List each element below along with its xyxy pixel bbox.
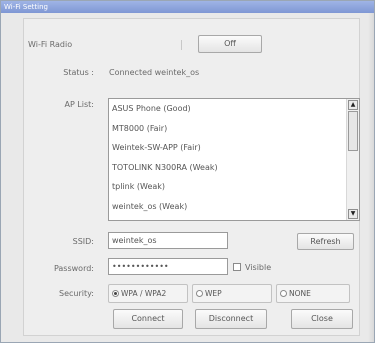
wifi-setting-window: Wi-Fi Setting Wi-Fi Radio Off Status : C…	[0, 0, 375, 343]
ap-list-item[interactable]: weintek_os (Weak)	[109, 197, 359, 217]
ap-list-item[interactable]: tplink (Weak)	[109, 177, 359, 197]
radio-wep-label: WEP	[205, 289, 222, 298]
radio-wpa[interactable]	[112, 290, 119, 297]
security-option-wep[interactable]: WEP	[192, 284, 272, 303]
ap-list-item[interactable]: ASUS Phone (Good)	[109, 99, 359, 119]
status-label: Status :	[63, 68, 94, 77]
scroll-down-icon[interactable]: ▼	[348, 209, 358, 219]
visible-checkbox[interactable]	[233, 263, 241, 271]
radio-none-label: NONE	[289, 289, 311, 298]
ap-list[interactable]: ASUS Phone (Good) MT8000 (Fair) Weintek-SW…	[108, 98, 360, 221]
window-edge	[368, 13, 374, 342]
password-label: Password:	[53, 264, 94, 273]
radio-none[interactable]	[280, 290, 287, 297]
password-field[interactable]: ••••••••••••	[108, 258, 228, 275]
security-option-none[interactable]: NONE	[276, 284, 350, 303]
ap-list-label: AP List:	[64, 100, 94, 109]
ap-list-item[interactable]: MT8000 (Fair)	[109, 119, 359, 139]
security-label: Security:	[59, 289, 94, 298]
wifi-radio-toggle-button[interactable]: Off	[198, 35, 262, 53]
scroll-up-icon[interactable]: ▲	[348, 100, 358, 110]
visible-label: Visible	[245, 263, 272, 272]
scroll-thumb[interactable]	[348, 111, 358, 151]
security-option-wpa[interactable]: WPA / WPA2	[108, 284, 188, 303]
wifi-radio-label: Wi-Fi Radio	[28, 40, 73, 49]
radio-wpa-label: WPA / WPA2	[121, 289, 167, 298]
window-title: Wi-Fi Setting	[4, 3, 48, 11]
radio-wep[interactable]	[196, 290, 203, 297]
ap-list-item[interactable]: Weintek-SW-APP (Fair)	[109, 138, 359, 158]
ap-list-item[interactable]: TOTOLINK N300RA (Weak)	[109, 158, 359, 178]
separator	[181, 40, 182, 50]
close-button[interactable]: Close	[291, 309, 353, 329]
refresh-button[interactable]: Refresh	[297, 233, 354, 250]
title-bar: Wi-Fi Setting	[1, 1, 374, 13]
connect-button[interactable]: Connect	[113, 309, 183, 329]
status-value: Connected weintek_os	[109, 68, 200, 77]
ap-list-scrollbar[interactable]: ▲ ▼	[346, 99, 359, 220]
disconnect-button[interactable]: Disconnect	[195, 309, 267, 329]
ssid-label: SSID:	[72, 237, 94, 246]
ssid-field[interactable]: weintek_os	[108, 232, 228, 249]
